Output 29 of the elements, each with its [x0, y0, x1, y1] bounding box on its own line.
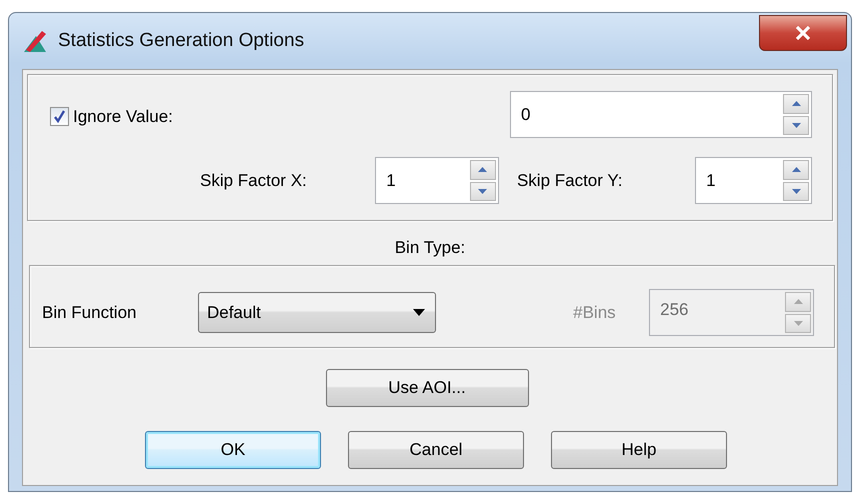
skip-factor-y-field[interactable]: 1	[696, 158, 782, 203]
bin-function-dropdown[interactable]: Default	[198, 292, 436, 333]
up-arrow-icon	[794, 299, 803, 304]
use-aoi-button[interactable]: Use AOI...	[326, 369, 528, 407]
bins-label: #Bins	[573, 302, 617, 324]
chart-pencil-icon	[22, 28, 48, 54]
up-arrow-icon	[792, 167, 801, 172]
skip-factor-x-spinbox[interactable]: 1	[375, 157, 499, 204]
ignore-value-checkbox[interactable]	[50, 107, 69, 126]
skip-factor-y-spinbox[interactable]: 1	[695, 157, 812, 204]
down-arrow-icon	[478, 188, 488, 194]
skip-factor-x-label: Skip Factor X:	[200, 170, 308, 192]
up-arrow-icon	[792, 101, 800, 106]
skip-factor-y-label: Skip Factor Y:	[516, 170, 624, 192]
down-arrow-icon	[794, 320, 803, 326]
down-arrow-icon	[792, 122, 800, 128]
dialog-button[interactable]: Cancel	[348, 431, 524, 469]
ignore-value-label: Ignore Value:	[73, 106, 173, 128]
window-title: Statistics Generation Options	[58, 28, 304, 53]
bin-function-label: Bin Function	[42, 302, 138, 324]
up-arrow-icon	[478, 167, 488, 172]
close-button[interactable]	[759, 15, 847, 51]
bin-type-label: Bin Type:	[394, 238, 466, 257]
skip-factor-x-field[interactable]: 1	[376, 158, 468, 203]
down-arrow-icon	[792, 188, 801, 194]
dialog-button[interactable]: OK	[145, 431, 321, 469]
close-icon	[795, 26, 811, 40]
dialog-button[interactable]: Help	[551, 431, 727, 469]
caret-icon	[413, 309, 426, 316]
